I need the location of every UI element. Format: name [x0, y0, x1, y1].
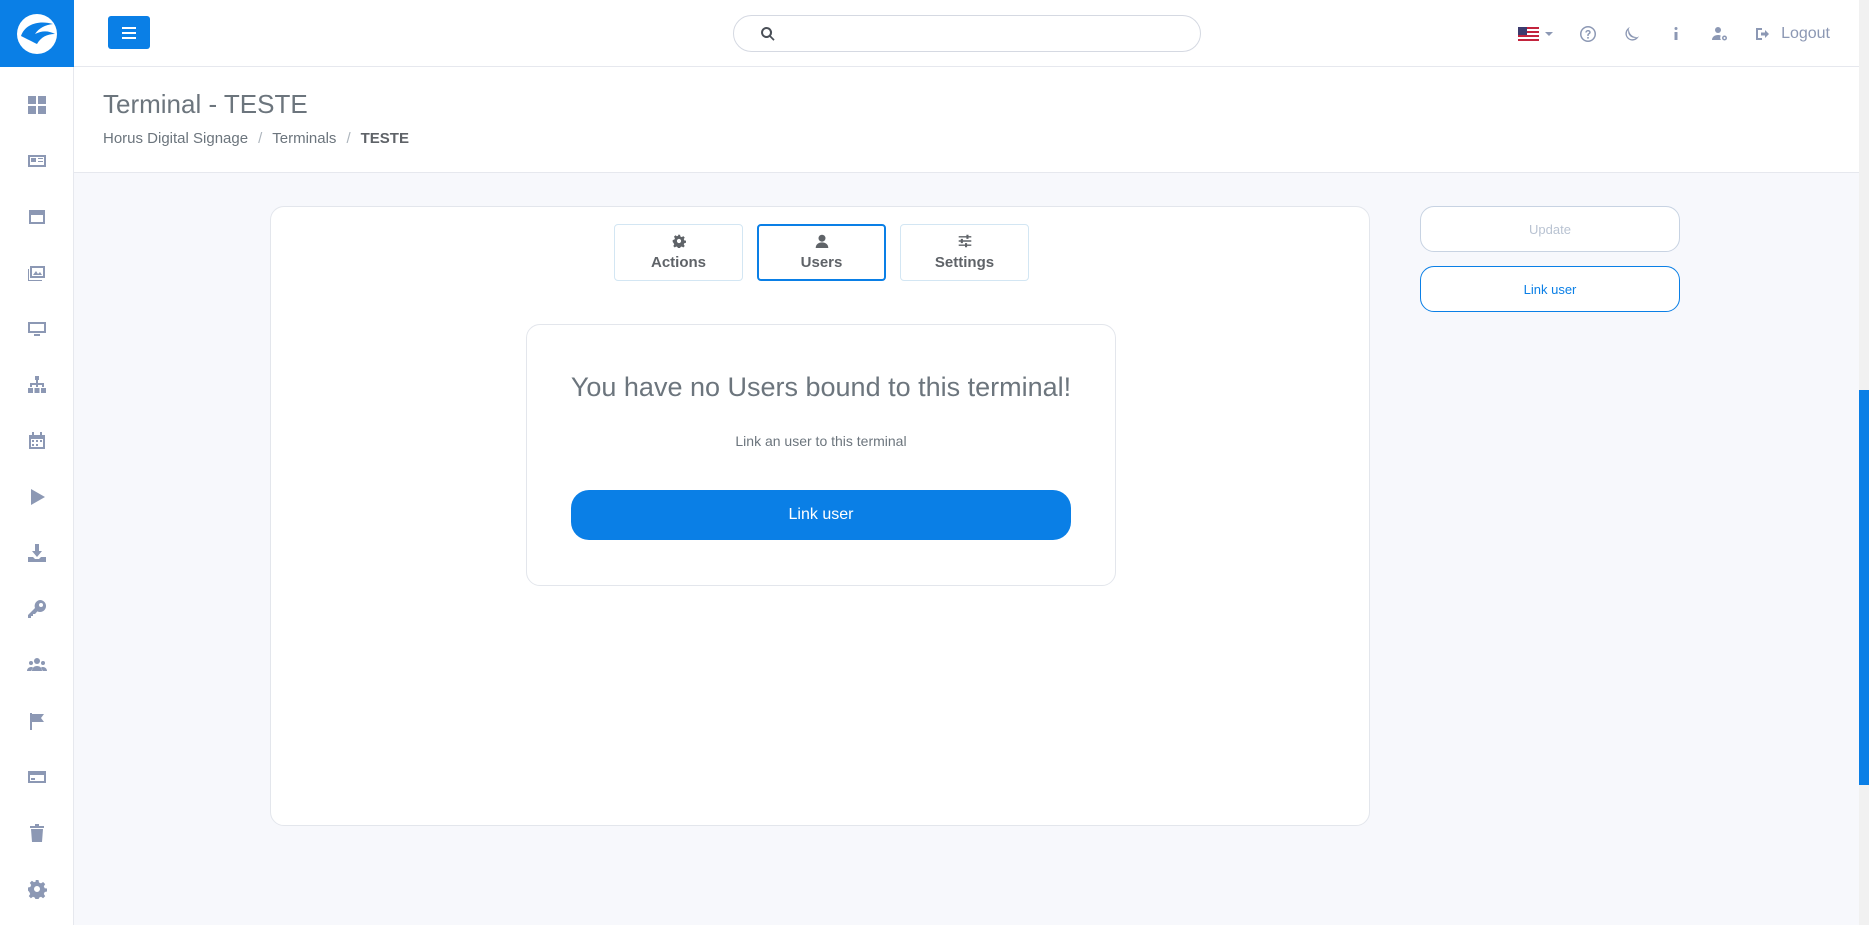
- chevron-down-icon: [1545, 31, 1554, 36]
- sidebar-item-users[interactable]: [0, 637, 74, 693]
- tab-users[interactable]: Users: [757, 224, 886, 281]
- help-button[interactable]: [1579, 25, 1597, 43]
- info-icon: [1674, 26, 1678, 40]
- dark-mode-toggle[interactable]: [1623, 25, 1641, 43]
- sidebar-item-layouts[interactable]: [0, 189, 74, 245]
- sitemap-icon: [27, 376, 46, 393]
- search-bar: [733, 15, 1201, 52]
- key-icon: [27, 600, 46, 618]
- hamburger-icon: [122, 26, 136, 39]
- monitor-icon: [27, 322, 46, 336]
- search-icon: [761, 27, 775, 41]
- breadcrumb-home[interactable]: Horus Digital Signage: [103, 130, 248, 147]
- us-flag-icon: [1518, 26, 1540, 41]
- tab-actions-label: Actions: [650, 254, 706, 271]
- sidebar-item-terminals[interactable]: [0, 301, 74, 357]
- trash-icon: [29, 824, 44, 842]
- breadcrumb-current: TESTE: [360, 130, 409, 147]
- empty-state-subtitle: Link an user to this terminal: [735, 433, 907, 449]
- gear-icon: [672, 234, 686, 248]
- language-selector[interactable]: [1518, 26, 1554, 41]
- sidebar-item-trash[interactable]: [0, 805, 74, 861]
- empty-state-box: You have no Users bound to this terminal…: [526, 324, 1116, 586]
- search-input[interactable]: [784, 16, 1184, 51]
- play-icon: [30, 489, 45, 505]
- sidebar-item-groups[interactable]: [0, 357, 74, 413]
- sidebar-item-playlists[interactable]: [0, 469, 74, 525]
- update-button[interactable]: Update: [1420, 206, 1680, 252]
- logout-button[interactable]: Logout: [1755, 25, 1830, 43]
- sliders-icon: [958, 234, 971, 248]
- user-settings-button[interactable]: [1711, 25, 1729, 43]
- page-title: Terminal - TESTE: [103, 89, 308, 119]
- tab-users-label: Users: [800, 254, 843, 271]
- scrollbar-thumb[interactable]: [1859, 390, 1869, 785]
- window-icon: [28, 210, 45, 224]
- user-gear-icon: [1712, 26, 1728, 40]
- info-button[interactable]: [1667, 25, 1685, 43]
- user-icon: [815, 234, 828, 248]
- sidebar-item-billing[interactable]: [0, 749, 74, 805]
- question-circle-icon: [1580, 25, 1597, 42]
- sign-out-icon: [1756, 27, 1770, 40]
- menu-toggle-button[interactable]: [108, 16, 150, 49]
- images-icon: [27, 266, 45, 281]
- sidebar-item-licenses[interactable]: [0, 581, 74, 637]
- download-icon: [27, 544, 46, 562]
- link-user-button[interactable]: Link user: [1420, 266, 1680, 312]
- gear-icon: [27, 880, 47, 899]
- sidebar-item-settings[interactable]: [0, 861, 74, 917]
- horus-logo[interactable]: [0, 0, 74, 67]
- breadcrumb-separator: /: [346, 130, 351, 147]
- breadcrumb: Horus Digital Signage / Terminals / TEST…: [103, 130, 409, 147]
- tab-settings-label: Settings: [934, 254, 995, 271]
- breadcrumb-terminals[interactable]: Terminals: [272, 130, 336, 147]
- eagle-logo-icon: [17, 13, 57, 54]
- sidebar: [0, 0, 74, 925]
- page-scrollbar[interactable]: [1859, 0, 1869, 925]
- sidebar-item-media[interactable]: [0, 245, 74, 301]
- sidebar-item-downloads[interactable]: [0, 525, 74, 581]
- sidebar-item-cards[interactable]: [0, 133, 74, 189]
- link-user-primary-button[interactable]: Link user: [571, 490, 1071, 540]
- sidebar-item-campaigns[interactable]: [0, 693, 74, 749]
- tab-actions[interactable]: Actions: [614, 224, 743, 281]
- top-bar: Logout: [74, 0, 1869, 67]
- logout-label: Logout: [1781, 24, 1830, 42]
- empty-state-title: You have no Users bound to this terminal…: [570, 372, 1072, 402]
- flag-icon: [29, 713, 44, 730]
- tab-settings[interactable]: Settings: [900, 224, 1029, 281]
- calendar-icon: [28, 432, 45, 449]
- dashboard-icon: [27, 96, 46, 114]
- page-header: Terminal - TESTE Horus Digital Signage /…: [74, 67, 1869, 173]
- users-icon: [26, 658, 47, 671]
- sidebar-item-dashboard[interactable]: [0, 77, 74, 133]
- terminal-tabs: Actions Users Settings: [614, 224, 1043, 281]
- card-icon: [27, 771, 46, 783]
- moon-icon: [1625, 26, 1640, 41]
- id-card-icon: [27, 155, 46, 167]
- breadcrumb-separator: /: [258, 130, 263, 147]
- terminal-card: Actions Users Settings You have no Users…: [270, 206, 1370, 826]
- sidebar-item-schedule[interactable]: [0, 413, 74, 469]
